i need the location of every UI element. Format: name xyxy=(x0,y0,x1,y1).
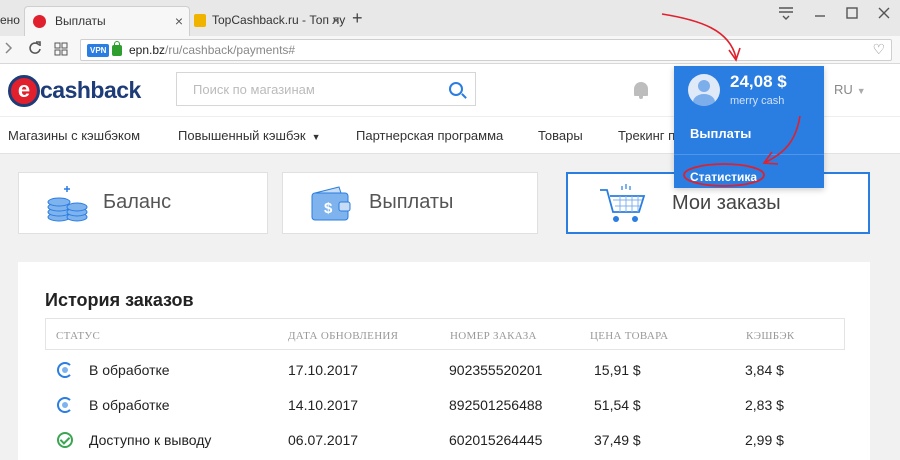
nav-item-boosted-cashback[interactable]: Повышенный кэшбэк ▼ xyxy=(178,128,321,143)
order-history-title: История заказов xyxy=(45,290,194,310)
order-cashback: 2,99 $ xyxy=(745,432,784,448)
nav-item-tracking[interactable]: Трекинг п xyxy=(618,128,675,143)
epn-favicon-icon xyxy=(33,15,46,28)
nav-item-cashback-stores[interactable]: Магазины с кэшбэком xyxy=(8,128,140,143)
browser-tab-bar: ено Выплаты × TopCashback.ru - Топ лучш … xyxy=(0,0,900,36)
balance-amount: 24,08 $ xyxy=(730,72,787,91)
order-status: В обработке xyxy=(89,362,170,378)
order-date: 17.10.2017 xyxy=(288,362,359,378)
dropdown-divider xyxy=(674,154,824,155)
search-input[interactable] xyxy=(177,73,437,105)
language-label: RU xyxy=(834,82,853,97)
order-date: 14.10.2017 xyxy=(288,397,359,413)
processing-status-icon xyxy=(57,362,73,378)
wallet-icon: $ xyxy=(311,186,351,221)
coins-icon xyxy=(47,186,88,222)
tile-label: Баланс xyxy=(103,191,172,213)
table-row[interactable]: Доступно к выводу 06.07.2017 60201526444… xyxy=(45,422,845,458)
column-header-order-number: НОМЕР ЗАКАЗА xyxy=(450,330,537,342)
order-number: 602015264445 xyxy=(449,432,543,448)
order-price: 15,91 $ xyxy=(594,362,641,378)
processing-status-icon xyxy=(57,397,73,413)
vpn-badge[interactable]: VPN xyxy=(87,44,110,57)
column-header-date: ДАТА ОБНОВЛЕНИЯ xyxy=(288,330,399,342)
account-dropdown: 24,08 $ merry cash Выплаты Статистика xyxy=(674,66,824,188)
minimize-icon[interactable] xyxy=(810,6,830,24)
browser-menu-icon[interactable] xyxy=(776,6,796,24)
bell-icon[interactable] xyxy=(634,82,648,99)
caret-down-icon: ▼ xyxy=(311,132,321,142)
close-window-icon[interactable] xyxy=(874,6,894,24)
lock-favicon-icon xyxy=(194,14,206,27)
order-history-panel: История заказов СТАТУС ДАТА ОБНОВЛЕНИЯ Н… xyxy=(18,262,870,460)
order-status: Доступно к выводу xyxy=(89,432,212,448)
chevron-down-icon: ▼ xyxy=(856,86,866,96)
nav-item-products[interactable]: Товары xyxy=(538,128,583,143)
speed-dial-icon[interactable] xyxy=(54,40,68,59)
order-price: 37,49 $ xyxy=(594,432,641,448)
tab-close-icon[interactable]: × xyxy=(332,6,340,34)
available-status-check-icon xyxy=(57,432,73,448)
column-header-price: ЦЕНА ТОВАРА xyxy=(590,330,669,342)
tab-close-icon[interactable]: × xyxy=(175,7,183,35)
maximize-icon[interactable] xyxy=(842,6,862,24)
new-tab-button[interactable]: + xyxy=(352,8,363,29)
browser-tab-previous[interactable]: ено xyxy=(0,6,22,36)
order-number: 902355520201 xyxy=(449,362,543,378)
browser-tab-active[interactable]: Выплаты × xyxy=(24,6,190,36)
order-date: 06.07.2017 xyxy=(288,432,359,448)
tile-label: Выплаты xyxy=(369,191,454,213)
nav-item-affiliate[interactable]: Партнерская программа xyxy=(356,128,503,143)
address-bar[interactable]: VPN epn.bz/ru/cashback/payments# ♡ xyxy=(80,39,892,61)
dropdown-item-statistics[interactable]: Статистика xyxy=(690,170,757,184)
column-header-status: СТАТУС xyxy=(56,330,101,342)
orders-table-header: СТАТУС ДАТА ОБНОВЛЕНИЯ НОМЕР ЗАКАЗА ЦЕНА… xyxy=(45,318,845,350)
balance-tile[interactable]: Баланс xyxy=(18,172,268,234)
table-row[interactable]: В обработке 17.10.2017 902355520201 15,9… xyxy=(45,352,845,388)
reload-icon[interactable] xyxy=(28,40,42,59)
logo-text: cashback xyxy=(40,77,141,103)
avatar[interactable] xyxy=(688,74,720,106)
dropdown-item-payouts[interactable]: Выплаты xyxy=(690,126,751,141)
tab-label: TopCashback.ru - Топ лучш xyxy=(212,13,346,27)
browser-toolbar: VPN epn.bz/ru/cashback/payments# ♡ xyxy=(0,36,900,64)
shopping-cart-icon xyxy=(600,184,646,222)
url-text[interactable]: epn.bz/ru/cashback/payments# xyxy=(129,43,295,57)
tab-label: Выплаты xyxy=(55,14,106,28)
column-header-cashback: КЭШБЭК xyxy=(746,330,795,342)
order-status: В обработке xyxy=(89,397,170,413)
logo-e-icon: e xyxy=(8,75,40,107)
search-icon[interactable] xyxy=(449,82,463,96)
order-cashback: 2,83 $ xyxy=(745,397,784,413)
order-cashback: 3,84 $ xyxy=(745,362,784,378)
lock-icon[interactable] xyxy=(112,41,122,56)
nav-item-label: Повышенный кэшбэк xyxy=(178,128,306,143)
order-price: 51,54 $ xyxy=(594,397,641,413)
account-name: merry cash xyxy=(730,95,785,107)
url-host: epn.bz xyxy=(129,43,166,57)
tab-label: ено xyxy=(0,13,20,27)
forward-icon[interactable] xyxy=(4,40,14,59)
url-path: /ru/cashback/payments# xyxy=(165,43,296,57)
payouts-tile[interactable]: $ Выплаты xyxy=(282,172,538,234)
browser-tab-topcashback[interactable]: TopCashback.ru - Топ лучш × xyxy=(192,6,346,36)
table-row[interactable]: В обработке 14.10.2017 892501256488 51,5… xyxy=(45,387,845,423)
heart-bookmark-icon[interactable]: ♡ xyxy=(872,41,885,58)
svg-text:$: $ xyxy=(324,200,333,217)
order-number: 892501256488 xyxy=(449,397,543,413)
tile-label: Мои заказы xyxy=(672,192,781,214)
store-search xyxy=(176,72,476,106)
language-select[interactable]: RU ▼ xyxy=(834,82,866,97)
